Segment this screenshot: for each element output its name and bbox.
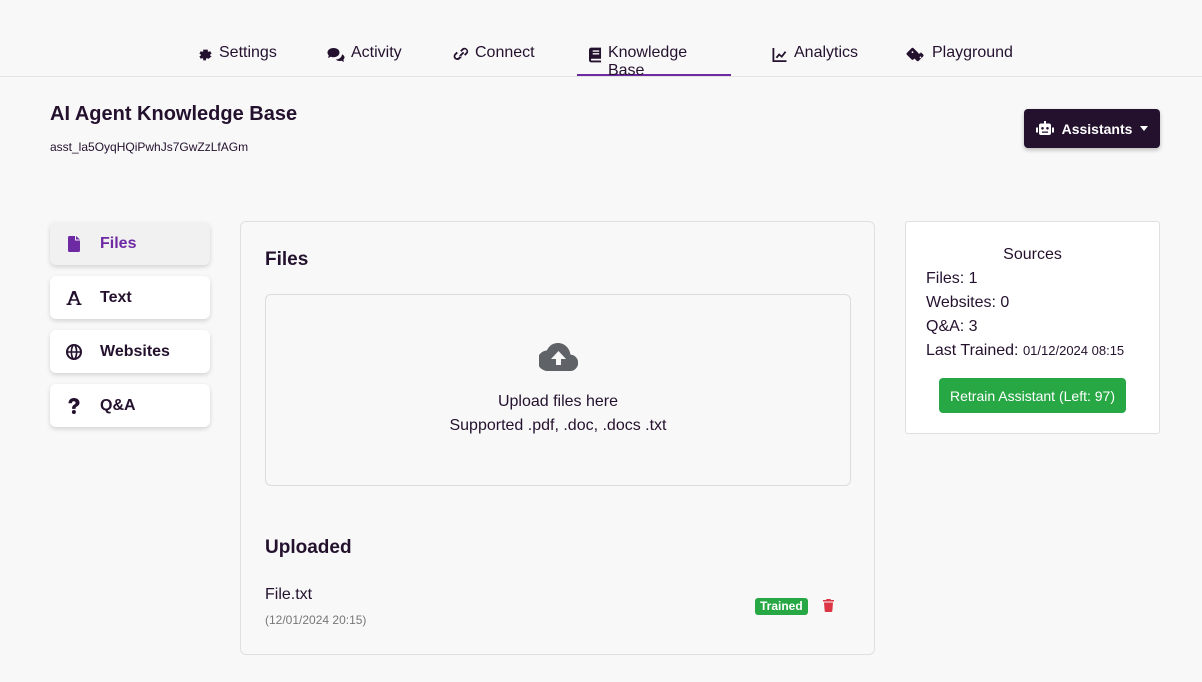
files-title: Files (265, 249, 309, 270)
assistants-label: Assistants (1061, 120, 1133, 137)
link-icon (453, 47, 469, 61)
top-nav: Settings Activity Connect Knowledge Base… (0, 0, 1202, 79)
status-badge: Trained (755, 598, 808, 615)
caret-down-icon (1140, 126, 1149, 131)
tab-activity[interactable]: Activity (315, 44, 414, 76)
tab-knowledge-base[interactable]: Knowledge Base (577, 44, 731, 79)
sources-websites-count: Websites: 0 (926, 294, 1010, 311)
tab-label: Playground (932, 44, 1013, 61)
sources-title: Sources (1003, 246, 1062, 263)
sidebar-item-text[interactable]: Text (50, 276, 210, 319)
file-icon (68, 235, 80, 252)
last-trained-value: 01/12/2024 08:15 (1022, 343, 1125, 358)
files-card: Files Upload files here Supported .pdf, … (240, 221, 875, 655)
uploaded-title: Uploaded (265, 537, 352, 558)
upload-instruction: Upload files here (497, 393, 619, 410)
question-icon (68, 397, 80, 414)
globe-icon (66, 343, 82, 360)
sidebar-item-label: Websites (100, 342, 170, 360)
tab-label: Settings (219, 44, 277, 61)
text-icon (66, 290, 82, 305)
sources-files-count: Files: 1 (926, 270, 978, 287)
page-title: AI Agent Knowledge Base (50, 103, 298, 125)
last-trained-label: Last Trained: (926, 342, 1019, 359)
file-dropzone[interactable]: Upload files here Supported .pdf, .doc, … (265, 294, 851, 486)
tab-playground[interactable]: Playground (894, 44, 1025, 76)
dice-icon (906, 47, 924, 62)
tab-label: Activity (351, 44, 402, 61)
sidebar-item-qa[interactable]: Q&A (50, 384, 210, 427)
supported-formats: Supported .pdf, .doc, .docs .txt (449, 417, 667, 434)
sidebar-item-label: Text (100, 288, 132, 306)
sidebar-item-files[interactable]: Files (50, 222, 210, 265)
tab-label: Connect (475, 44, 535, 61)
assistant-id: asst_la5OyqHQiPwhJs7GwZzLfAGm (50, 140, 249, 154)
robot-icon (1035, 121, 1054, 135)
tab-label: Analytics (794, 44, 859, 61)
sidebar-item-label: Q&A (100, 396, 136, 414)
cloud-upload-icon (539, 343, 578, 371)
comments-icon (327, 48, 345, 62)
sidebar-item-websites[interactable]: Websites (50, 330, 210, 373)
sources-card: Sources Files: 1 Websites: 0 Q&A: 3 Last… (905, 221, 1160, 434)
book-icon (589, 47, 602, 63)
tab-label: Knowledge Base (607, 44, 688, 79)
assistants-dropdown-button[interactable]: Assistants (1024, 109, 1160, 148)
tab-analytics[interactable]: Analytics (759, 44, 870, 76)
retrain-assistant-button[interactable]: Retrain Assistant (Left: 97) (939, 378, 1126, 413)
tab-connect[interactable]: Connect (441, 44, 547, 76)
trash-icon[interactable] (823, 599, 834, 612)
last-trained: Last Trained: 01/12/2024 08:15 (926, 342, 1124, 360)
file-name: File.txt (265, 586, 313, 603)
gear-icon (199, 49, 212, 61)
sidebar-item-label: Files (100, 234, 137, 252)
sources-qa-count: Q&A: 3 (926, 318, 978, 335)
tab-settings[interactable]: Settings (185, 44, 289, 76)
file-date: (12/01/2024 20:15) (265, 613, 367, 627)
chart-line-icon (772, 48, 787, 62)
